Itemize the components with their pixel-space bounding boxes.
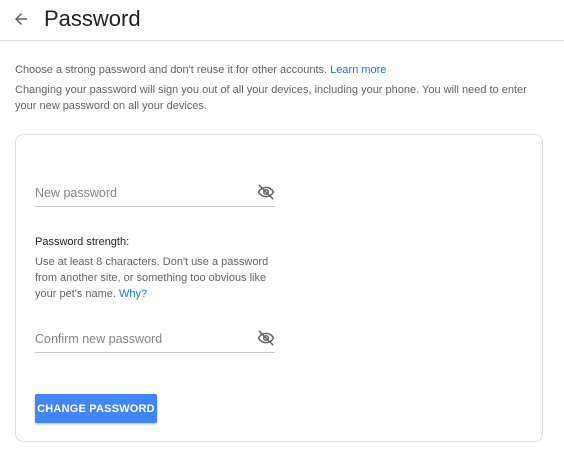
back-button[interactable] bbox=[8, 6, 34, 32]
why-link[interactable]: Why? bbox=[119, 288, 147, 300]
password-strength-label: Password strength: bbox=[35, 236, 130, 248]
eye-off-icon bbox=[257, 330, 275, 346]
password-form-card: Password strength: Use at least 8 charac… bbox=[15, 134, 543, 442]
password-strength-help-text: Use at least 8 characters. Don't use a p… bbox=[35, 256, 269, 300]
arrow-left-icon bbox=[15, 13, 27, 25]
eye-off-icon bbox=[257, 184, 275, 200]
intro-line-1-text: Choose a strong password and don't reuse… bbox=[15, 64, 331, 76]
confirm-password-field bbox=[35, 327, 275, 353]
password-strength-help: Use at least 8 characters. Don't use a p… bbox=[35, 254, 285, 302]
learn-more-link[interactable]: Learn more bbox=[330, 64, 386, 76]
confirm-password-input[interactable] bbox=[35, 329, 240, 349]
toggle-confirm-password-visibility-button[interactable] bbox=[256, 328, 276, 348]
intro-line-1: Choose a strong password and don't reuse… bbox=[15, 62, 550, 78]
new-password-input[interactable] bbox=[35, 183, 240, 203]
new-password-field bbox=[35, 181, 275, 207]
toggle-new-password-visibility-button[interactable] bbox=[256, 182, 276, 202]
intro-line-2: Changing your password will sign you out… bbox=[15, 84, 527, 112]
page-title: Password bbox=[44, 6, 141, 31]
page-header: Password bbox=[0, 0, 564, 41]
intro-text: Choose a strong password and don't reuse… bbox=[15, 62, 550, 114]
change-password-button[interactable]: CHANGE PASSWORD bbox=[35, 394, 157, 423]
password-page: Password Choose a strong password and do… bbox=[0, 0, 564, 475]
